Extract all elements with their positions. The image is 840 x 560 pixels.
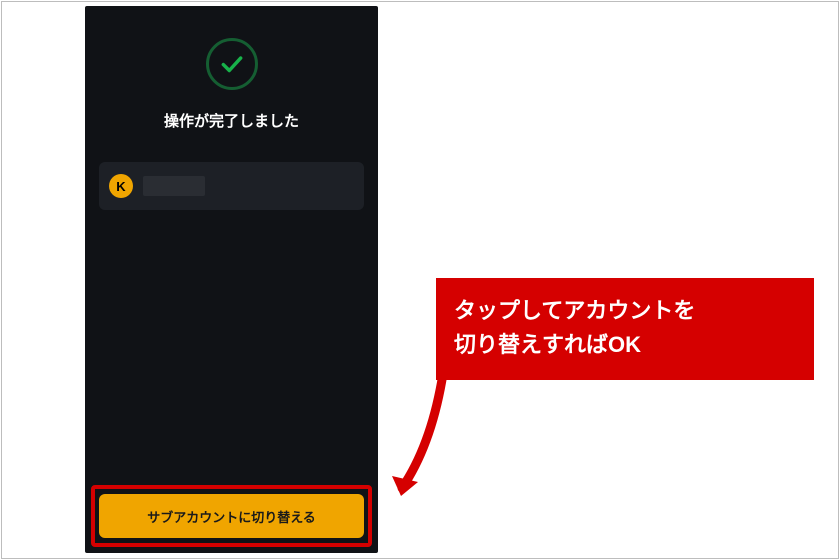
success-checkmark-icon bbox=[206, 38, 258, 90]
phone-screen: 操作が完了しました K サブアカウントに切り替える bbox=[85, 6, 378, 553]
account-avatar: K bbox=[109, 174, 133, 198]
callout-line-1: タップしてアカウントを bbox=[454, 298, 695, 323]
account-name-redacted bbox=[143, 176, 205, 196]
checkmark-icon bbox=[219, 51, 245, 77]
avatar-initial: K bbox=[116, 179, 125, 194]
callout-line-2: 切り替えすればOK bbox=[454, 332, 641, 357]
dialog-title: 操作が完了しました bbox=[85, 110, 378, 131]
switch-subaccount-button[interactable]: サブアカウントに切り替える bbox=[99, 494, 364, 538]
account-row[interactable]: K bbox=[99, 162, 364, 210]
annotation-callout: タップしてアカウントを 切り替えすればOK bbox=[436, 278, 814, 380]
cta-highlight-box: サブアカウントに切り替える bbox=[91, 485, 372, 547]
